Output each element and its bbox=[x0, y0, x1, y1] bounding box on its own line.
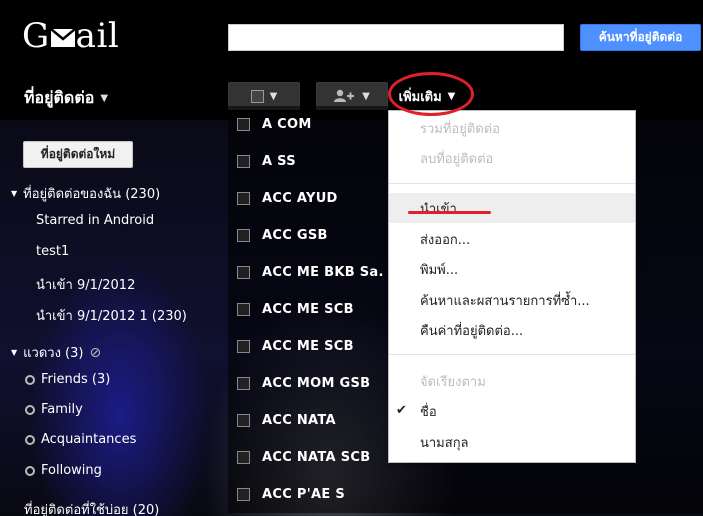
page-title: ที่อยู่ติดต่อ bbox=[24, 88, 95, 107]
sidebar-item[interactable]: นำเข้า 9/1/2012 1 (230) bbox=[36, 305, 187, 326]
sidebar-circle-family[interactable]: Family bbox=[25, 402, 83, 417]
sidebar-circle-acquaintances[interactable]: Acquaintances bbox=[25, 432, 136, 447]
checkbox[interactable] bbox=[237, 266, 250, 279]
checkbox[interactable] bbox=[237, 192, 250, 205]
menu-item-export[interactable]: ส่งออก... bbox=[389, 224, 635, 254]
new-contact-button[interactable]: ที่อยู่ติดต่อใหม่ bbox=[23, 141, 133, 168]
highlight-underline bbox=[408, 211, 491, 214]
checkmark-icon: ✔ bbox=[396, 403, 407, 418]
triangle-down-icon: ▼ bbox=[11, 348, 18, 357]
checkbox[interactable] bbox=[237, 229, 250, 242]
menu-item-sort-first-name[interactable]: ✔ ชื่อ bbox=[389, 396, 635, 426]
search-input[interactable] bbox=[228, 24, 564, 51]
more-actions-menu: รวมที่อยู่ติดต่อ ลบที่อยู่ติดต่อ นำเข้า.… bbox=[388, 110, 636, 463]
checkbox[interactable] bbox=[237, 303, 250, 316]
sidebar-circles[interactable]: ▼ แวดวง (3) ⊘ bbox=[11, 342, 101, 363]
sidebar-item[interactable]: test1 bbox=[36, 244, 69, 259]
circle-icon bbox=[25, 404, 35, 415]
logo-text: ail bbox=[75, 16, 120, 56]
checkbox[interactable] bbox=[237, 340, 250, 353]
triangle-down-icon: ▼ bbox=[11, 189, 18, 198]
search-contacts-button[interactable]: ค้นหาที่อยู่ติดต่อ bbox=[580, 24, 701, 51]
highlight-oval bbox=[388, 72, 474, 116]
sidebar-item[interactable]: Starred in Android bbox=[36, 213, 154, 228]
contacts-title-dropdown[interactable]: ที่อยู่ติดต่อ ▼ bbox=[24, 86, 108, 111]
sidebar-my-contacts[interactable]: ▼ ที่อยู่ติดต่อของฉัน (230) bbox=[11, 183, 160, 204]
contact-row[interactable]: ACC P'AE S bbox=[228, 476, 703, 513]
add-person-icon bbox=[334, 89, 355, 102]
sidebar-circle-friends[interactable]: Friends (3) bbox=[25, 372, 110, 387]
circle-icon bbox=[25, 374, 35, 385]
circle-icon bbox=[25, 465, 35, 476]
menu-item-print[interactable]: พิมพ์... bbox=[389, 254, 635, 284]
gmail-logo[interactable]: G ail bbox=[22, 14, 119, 58]
menu-item-find-duplicates[interactable]: ค้นหาและผสานรายการที่ซ้ำ... bbox=[389, 285, 635, 315]
menu-item-merge-contacts: รวมที่อยู่ติดต่อ bbox=[420, 121, 500, 137]
menu-divider bbox=[389, 354, 635, 355]
sidebar-item[interactable]: นำเข้า 9/1/2012 bbox=[36, 274, 135, 295]
menu-item-restore-contacts[interactable]: คืนค่าที่อยู่ติดต่อ... bbox=[389, 315, 635, 345]
checkbox[interactable] bbox=[237, 118, 250, 131]
checkbox[interactable] bbox=[237, 377, 250, 390]
sidebar-circle-following[interactable]: Following bbox=[25, 463, 102, 478]
checkbox[interactable] bbox=[237, 451, 250, 464]
chevron-down-icon: ▼ bbox=[100, 93, 109, 104]
checkbox[interactable] bbox=[237, 488, 250, 501]
menu-item-sort-last-name[interactable]: นามสกุล bbox=[389, 427, 635, 457]
logo-letter: G bbox=[22, 16, 50, 56]
menu-item-delete-contacts: ลบที่อยู่ติดต่อ bbox=[420, 151, 494, 167]
checkbox[interactable] bbox=[237, 414, 250, 427]
chevron-down-icon: ▼ bbox=[269, 90, 278, 102]
circle-icon bbox=[25, 434, 35, 445]
sidebar-other-contacts[interactable]: ที่อยู่ติดต่อที่ใช้บ่อย (20) bbox=[24, 499, 159, 516]
circles-icon: ⊘ bbox=[89, 344, 102, 361]
top-bar: G ail ค้นหาที่อยู่ติดต่อ bbox=[0, 0, 703, 70]
menu-sort-header: จัดเรียงตาม bbox=[420, 374, 486, 390]
checkbox-icon bbox=[250, 89, 264, 103]
menu-divider bbox=[389, 183, 635, 184]
checkbox[interactable] bbox=[237, 155, 250, 168]
chevron-down-icon: ▼ bbox=[362, 90, 370, 102]
envelope-icon bbox=[50, 29, 75, 47]
menu-item-import[interactable]: นำเข้า... bbox=[389, 193, 635, 223]
